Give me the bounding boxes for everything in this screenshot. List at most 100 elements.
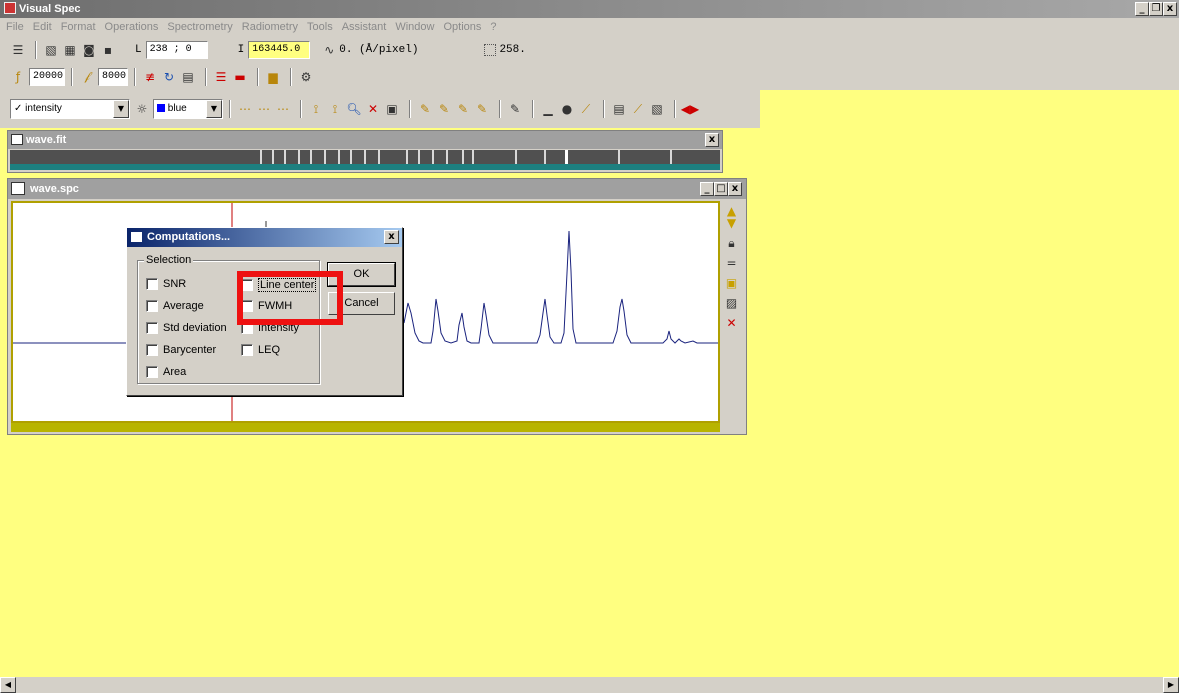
checkbox-box[interactable]	[241, 344, 253, 356]
intensity-field[interactable]: 163445.0	[248, 40, 311, 59]
fit-line	[298, 150, 300, 164]
list-icon[interactable]: ☰	[10, 42, 26, 58]
checkbox-barycenter[interactable]: Barycenter	[146, 344, 216, 356]
menu-format[interactable]: Format	[61, 21, 96, 33]
calibrate-icon[interactable]: ≢	[142, 69, 158, 85]
minimize-icon[interactable]: _	[700, 182, 714, 196]
toolbar-separator	[134, 67, 136, 86]
equals-icon[interactable]: =	[724, 255, 740, 271]
settings-icon[interactable]: ⚙	[298, 69, 314, 85]
profile-select[interactable]: ✓ intensity ▼	[10, 99, 130, 119]
checkbox-leq[interactable]: LEQ	[241, 344, 280, 356]
checkbox-average[interactable]: Average	[146, 300, 204, 312]
tool-icon[interactable]: ▤	[611, 101, 627, 117]
gradient-icon[interactable]: ▨	[724, 295, 740, 311]
checkbox-label: Area	[163, 366, 187, 378]
tool-icon[interactable]: ✎	[417, 101, 433, 117]
fit-line	[350, 150, 352, 164]
fit-line	[472, 150, 474, 164]
save-icon[interactable]: ▪	[100, 42, 116, 58]
color-picker-icon[interactable]: ☼	[134, 101, 150, 117]
close-icon[interactable]: x	[1163, 2, 1177, 16]
menu-help[interactable]: ?	[490, 21, 496, 33]
dialog-icon	[131, 232, 142, 242]
fit-icon[interactable]: ⟟	[308, 101, 324, 117]
menu-options[interactable]: Options	[443, 21, 481, 33]
checkbox-label: Average	[163, 300, 204, 312]
checkbox-box[interactable]	[146, 366, 158, 378]
color-swatch	[157, 104, 165, 112]
window-wave-fit: wave.fit x	[7, 130, 723, 173]
arrow-down-icon[interactable]: ▼	[724, 215, 740, 231]
sigma-icon[interactable]: ƒ	[10, 69, 26, 85]
chevron-down-icon[interactable]: ▼	[206, 100, 222, 118]
checkbox-box[interactable]	[146, 300, 158, 312]
checkbox-snr[interactable]: SNR	[146, 278, 186, 290]
menu-spectrometry[interactable]: Spectrometry	[167, 21, 232, 33]
scroll-left-icon[interactable]: ◀	[0, 677, 16, 693]
fit-line	[544, 150, 546, 164]
menu-tools[interactable]: Tools	[307, 21, 333, 33]
fit-line	[618, 150, 620, 164]
checkbox-box[interactable]	[146, 344, 158, 356]
fit-icon[interactable]: ⟟	[327, 101, 343, 117]
tool-icon[interactable]: ⟋	[578, 101, 594, 117]
close-icon[interactable]: x	[384, 230, 399, 244]
tool-icon[interactable]: ▁	[540, 101, 556, 117]
zoom-icon[interactable]: 🔍︎	[346, 101, 362, 117]
toolbar-separator	[205, 67, 207, 86]
chart-icon[interactable]: ▆	[265, 69, 281, 85]
bar-icon[interactable]: ▬	[232, 69, 248, 85]
checkbox-box[interactable]	[146, 278, 158, 290]
remove-icon[interactable]: ✕	[365, 101, 381, 117]
minimize-icon[interactable]: _	[1135, 2, 1149, 16]
tool-icon[interactable]: ⟋	[630, 101, 646, 117]
scroll-right-icon[interactable]: ▶	[1163, 677, 1179, 693]
frame-icon[interactable]: ▣	[724, 275, 740, 291]
open-spectrum-icon[interactable]: ▧	[43, 42, 59, 58]
lock-icon[interactable]: 🔒︎	[724, 235, 740, 251]
camera-icon[interactable]: ◙	[81, 42, 97, 58]
menu-window[interactable]: Window	[395, 21, 434, 33]
close-icon[interactable]: x	[705, 133, 719, 147]
maximize-icon[interactable]: □	[714, 182, 728, 196]
split-icon[interactable]: ◀▶	[681, 101, 699, 117]
spectrum-tool-icon[interactable]: ⋯	[275, 101, 291, 117]
tool-icon[interactable]: ✎	[474, 101, 490, 117]
l-coordinate-field[interactable]: 238 ; 0	[145, 40, 208, 59]
checkbox-box[interactable]	[146, 322, 158, 334]
drop-icon[interactable]: ●	[559, 101, 575, 117]
checkbox-area[interactable]: Area	[146, 366, 186, 378]
menu-operations[interactable]: Operations	[105, 21, 159, 33]
window-wave-fit-titlebar[interactable]: wave.fit x	[8, 131, 722, 149]
tool-icon[interactable]: ▧	[649, 101, 665, 117]
tool-icon[interactable]: ✎	[455, 101, 471, 117]
window-wave-spc-titlebar[interactable]: wave.spc _ □ x	[8, 179, 746, 199]
filter-icon[interactable]: 𝒻	[79, 69, 95, 85]
tool-icon[interactable]: ✎	[507, 101, 523, 117]
menu-file[interactable]: File	[6, 21, 24, 33]
checkbox-std-deviation[interactable]: Std deviation	[146, 322, 227, 334]
chevron-down-icon[interactable]: ▼	[113, 100, 129, 118]
value-field-2[interactable]: 8000	[98, 67, 128, 86]
lines-icon[interactable]: ☰	[213, 69, 229, 85]
spectrum-tool-icon[interactable]: ⋯	[256, 101, 272, 117]
menu-radiometry[interactable]: Radiometry	[242, 21, 298, 33]
menu-assistant[interactable]: Assistant	[342, 21, 387, 33]
fit-line	[432, 150, 434, 164]
tool-icon[interactable]: ✎	[436, 101, 452, 117]
calculator-icon[interactable]: ▤	[180, 69, 196, 85]
refresh-icon[interactable]: ↻	[161, 69, 177, 85]
erase-icon[interactable]: ✕	[724, 315, 740, 331]
menu-edit[interactable]: Edit	[33, 21, 52, 33]
open-image-icon[interactable]: ▦	[62, 42, 78, 58]
restore-icon[interactable]: ❐	[1149, 2, 1163, 16]
app-icon	[4, 2, 16, 14]
image-icon[interactable]: ▣	[384, 101, 400, 117]
horizontal-scrollbar[interactable]: ◀ ▶	[0, 677, 1179, 693]
spectrum-tool-icon[interactable]: ⋯	[237, 101, 253, 117]
close-icon[interactable]: x	[728, 182, 742, 196]
dialog-titlebar[interactable]: Computations... x	[127, 228, 402, 247]
value-field-1[interactable]: 20000	[29, 67, 65, 86]
color-select[interactable]: blue ▼	[153, 99, 223, 119]
